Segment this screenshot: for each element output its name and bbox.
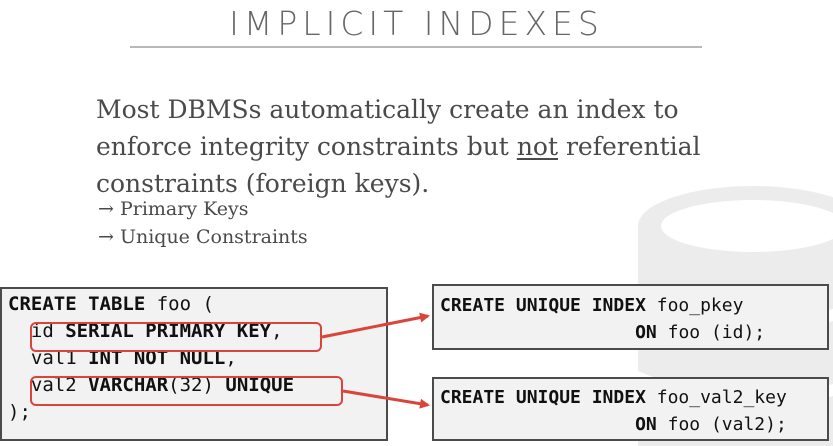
code-text: ); <box>8 401 31 423</box>
code-text: foo ( <box>145 293 214 315</box>
code-keyword: ON <box>635 322 657 343</box>
intro-paragraph: Most DBMSs automatically create an index… <box>96 91 736 202</box>
pkey-index-code-block: CREATE UNIQUE INDEX foo_pkey ON foo (id)… <box>432 284 829 350</box>
code-keyword: CREATE UNIQUE INDEX <box>440 295 646 316</box>
code-text: foo (val2); <box>656 414 787 435</box>
bullet-unique-constraints: → Unique Constraints <box>98 226 308 248</box>
slide-title: IMPLICIT INDEXES <box>229 4 604 43</box>
slide-title-area: IMPLICIT INDEXES <box>0 5 833 43</box>
unique-highlight <box>30 376 343 406</box>
bullet-primary-keys: → Primary Keys <box>98 198 249 220</box>
code-text: foo_pkey <box>645 295 744 316</box>
code-text: foo_val2_key <box>645 387 787 408</box>
intro-text-underlined: not <box>516 132 559 161</box>
code-keyword: CREATE TABLE <box>8 293 146 315</box>
code-keyword: ON <box>635 414 657 435</box>
title-divider <box>130 46 702 48</box>
val2-index-code-block: CREATE UNIQUE INDEX foo_val2_key ON foo … <box>432 377 829 441</box>
primary-key-highlight <box>30 322 322 352</box>
code-keyword: CREATE UNIQUE INDEX <box>440 387 646 408</box>
code-text: foo (id); <box>656 322 766 343</box>
create-table-code-block: CREATE TABLE foo ( id SERIAL PRIMARY KEY… <box>0 287 388 441</box>
